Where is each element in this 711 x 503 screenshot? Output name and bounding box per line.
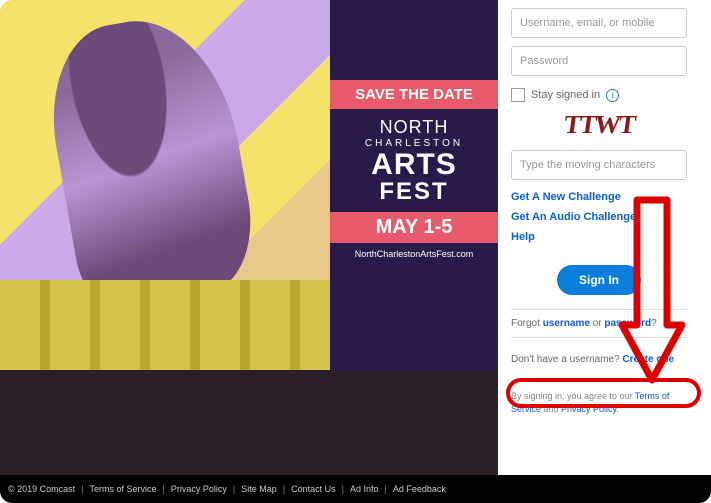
footer-copyright: © 2019 Comcast	[8, 484, 75, 494]
sign-in-button[interactable]: Sign In	[557, 265, 641, 295]
captcha-links: Get A New Challenge Get An Audio Challen…	[511, 188, 687, 247]
divider-3	[511, 381, 687, 382]
divider	[511, 309, 687, 310]
ad-banner[interactable]: SAVE THE DATE NORTH CHARLESTON ARTS FEST…	[330, 0, 498, 370]
new-challenge-link[interactable]: Get A New Challenge	[511, 188, 687, 208]
username-input[interactable]	[511, 8, 687, 38]
captcha-input[interactable]	[511, 150, 687, 180]
footer-adinfo[interactable]: Ad Info	[350, 484, 379, 494]
forgot-or: or	[590, 318, 604, 329]
dark-strip	[0, 370, 498, 475]
create-prefix: Don't have a username?	[511, 354, 622, 365]
password-input[interactable]	[511, 46, 687, 76]
info-icon[interactable]: i	[606, 89, 619, 102]
painting-dots	[20, 300, 300, 330]
captcha-image: TTWT	[511, 110, 687, 140]
banner-dates: MAY 1-5	[330, 212, 498, 243]
audio-challenge-link[interactable]: Get An Audio Challenge	[511, 208, 687, 228]
ad-painting	[0, 0, 330, 370]
footer: © 2019 Comcast| Terms of Service| Privac…	[0, 475, 711, 503]
login-panel: Stay signed in i TTWT Get A New Challeng…	[499, 0, 699, 475]
banner-fest: FEST	[330, 178, 498, 206]
agree-row: By signing in, you agree to our Terms of…	[511, 390, 687, 415]
create-row: Don't have a username? Create one	[511, 344, 687, 375]
forgot-username-link[interactable]: username	[543, 318, 590, 329]
forgot-prefix: Forgot	[511, 318, 543, 329]
banner-arts: ARTS	[330, 151, 498, 178]
create-one-link[interactable]: Create one	[622, 354, 674, 365]
stay-signed-label: Stay signed in	[531, 89, 600, 101]
stay-signed-checkbox[interactable]	[511, 88, 525, 102]
divider-2	[511, 337, 687, 338]
hero-ad: SAVE THE DATE NORTH CHARLESTON ARTS FEST…	[0, 0, 498, 370]
footer-adfeedback[interactable]: Ad Feedback	[393, 484, 446, 494]
forgot-q: ?	[651, 318, 657, 329]
agree-prefix: By signing in, you agree to our	[511, 391, 635, 401]
agree-and: and	[541, 404, 561, 414]
forgot-password-link[interactable]: password	[604, 318, 651, 329]
help-link[interactable]: Help	[511, 228, 687, 248]
footer-contact[interactable]: Contact Us	[291, 484, 336, 494]
stay-signed-row: Stay signed in i	[511, 88, 687, 102]
footer-tos[interactable]: Terms of Service	[90, 484, 157, 494]
forgot-row: Forgot username or password?	[511, 316, 687, 331]
agree-period: .	[616, 404, 619, 414]
privacy-link[interactable]: Privacy Policy	[561, 404, 616, 414]
banner-url: NorthCharlestonArtsFest.com	[330, 249, 498, 259]
save-the-date: SAVE THE DATE	[330, 80, 498, 109]
footer-sitemap[interactable]: Site Map	[241, 484, 277, 494]
banner-north: NORTH	[330, 117, 498, 138]
captcha-text: TTWT	[562, 110, 636, 140]
footer-privacy[interactable]: Privacy Policy	[171, 484, 227, 494]
